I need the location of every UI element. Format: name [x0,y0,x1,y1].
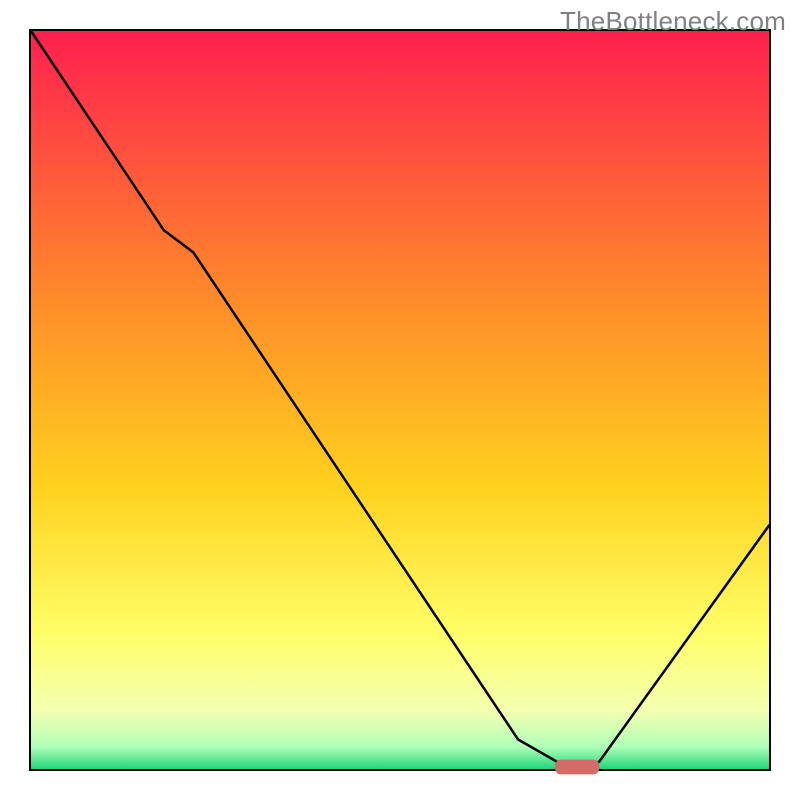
plot-gradient-bg [31,31,769,769]
bottleneck-chart: TheBottleneck.com [0,0,800,800]
chart-svg [0,0,800,800]
watermark-text: TheBottleneck.com [560,6,786,37]
optimal-point-marker [555,760,599,775]
